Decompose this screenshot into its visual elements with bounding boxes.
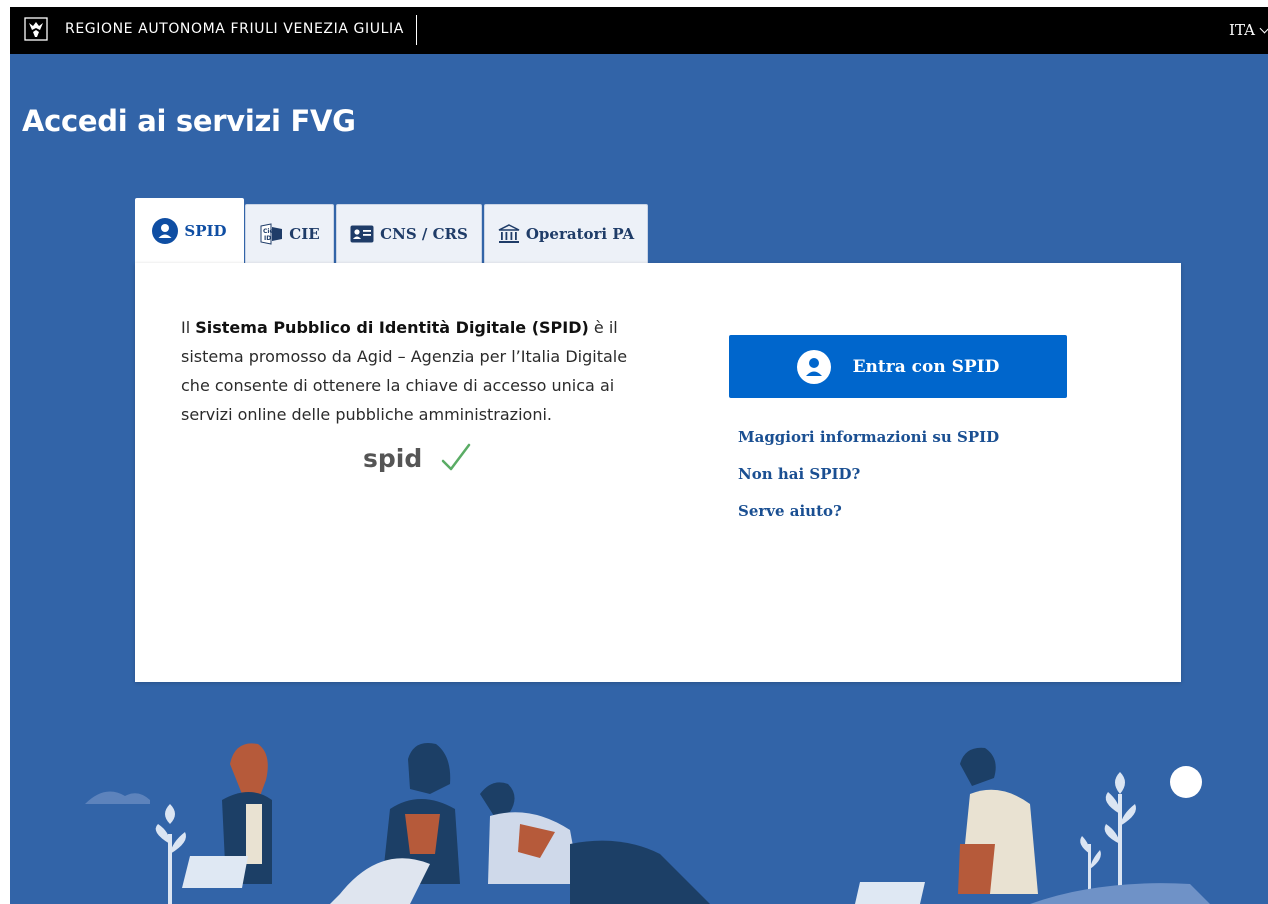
language-selector[interactable]: ITA	[1229, 21, 1268, 39]
region-emblem-icon[interactable]	[24, 17, 48, 41]
spid-description: Il Sistema Pubblico di Identità Digitale…	[181, 313, 651, 429]
institution-icon	[498, 224, 520, 243]
page-title: Accedi ai servizi FVG	[22, 104, 356, 138]
id-card-icon	[350, 225, 374, 243]
region-name[interactable]: REGIONE AUTONOMA FRIULI VENEZIA GIULIA	[65, 21, 404, 37]
main-content: Accedi ai servizi FVG SPID Cie ID CIE CN…	[10, 54, 1268, 904]
tab-cie[interactable]: Cie ID CIE	[245, 204, 334, 263]
tab-cns-label: CNS / CRS	[380, 225, 468, 243]
tab-operatori-pa[interactable]: Operatori PA	[484, 204, 648, 263]
user-circle-icon	[796, 349, 831, 384]
need-help-link[interactable]: Serve aiuto?	[738, 502, 999, 520]
chevron-down-icon	[1259, 23, 1268, 34]
spid-logo-text: spid	[363, 444, 422, 473]
top-header: REGIONE AUTONOMA FRIULI VENEZIA GIULIA I…	[10, 7, 1268, 54]
language-label: ITA	[1229, 21, 1255, 39]
login-spid-button[interactable]: Entra con SPID	[729, 335, 1067, 398]
tab-cie-label: CIE	[289, 225, 320, 243]
description-bold: Sistema Pubblico di Identità Digitale (S…	[195, 318, 589, 337]
more-info-spid-link[interactable]: Maggiori informazioni su SPID	[738, 428, 999, 446]
spid-help-links: Maggiori informazioni su SPID Non hai SP…	[738, 428, 999, 539]
spid-panel: Il Sistema Pubblico di Identità Digitale…	[135, 263, 1181, 682]
spid-logo: spid	[363, 443, 471, 473]
svg-text:ID: ID	[264, 235, 271, 242]
tab-spid-label: SPID	[184, 222, 227, 240]
description-prefix: Il	[181, 318, 196, 337]
user-circle-icon	[152, 218, 179, 244]
header-divider	[416, 15, 417, 45]
tab-spid[interactable]: SPID	[135, 198, 244, 263]
tab-operatori-label: Operatori PA	[525, 225, 635, 243]
no-spid-link[interactable]: Non hai SPID?	[738, 465, 999, 483]
tab-cns-crs[interactable]: CNS / CRS	[336, 204, 482, 263]
people-illustration	[85, 743, 1210, 904]
check-icon	[441, 443, 471, 471]
svg-text:Cie: Cie	[263, 228, 274, 235]
cie-card-icon: Cie ID	[260, 223, 283, 245]
login-spid-label: Entra con SPID	[852, 356, 1000, 377]
